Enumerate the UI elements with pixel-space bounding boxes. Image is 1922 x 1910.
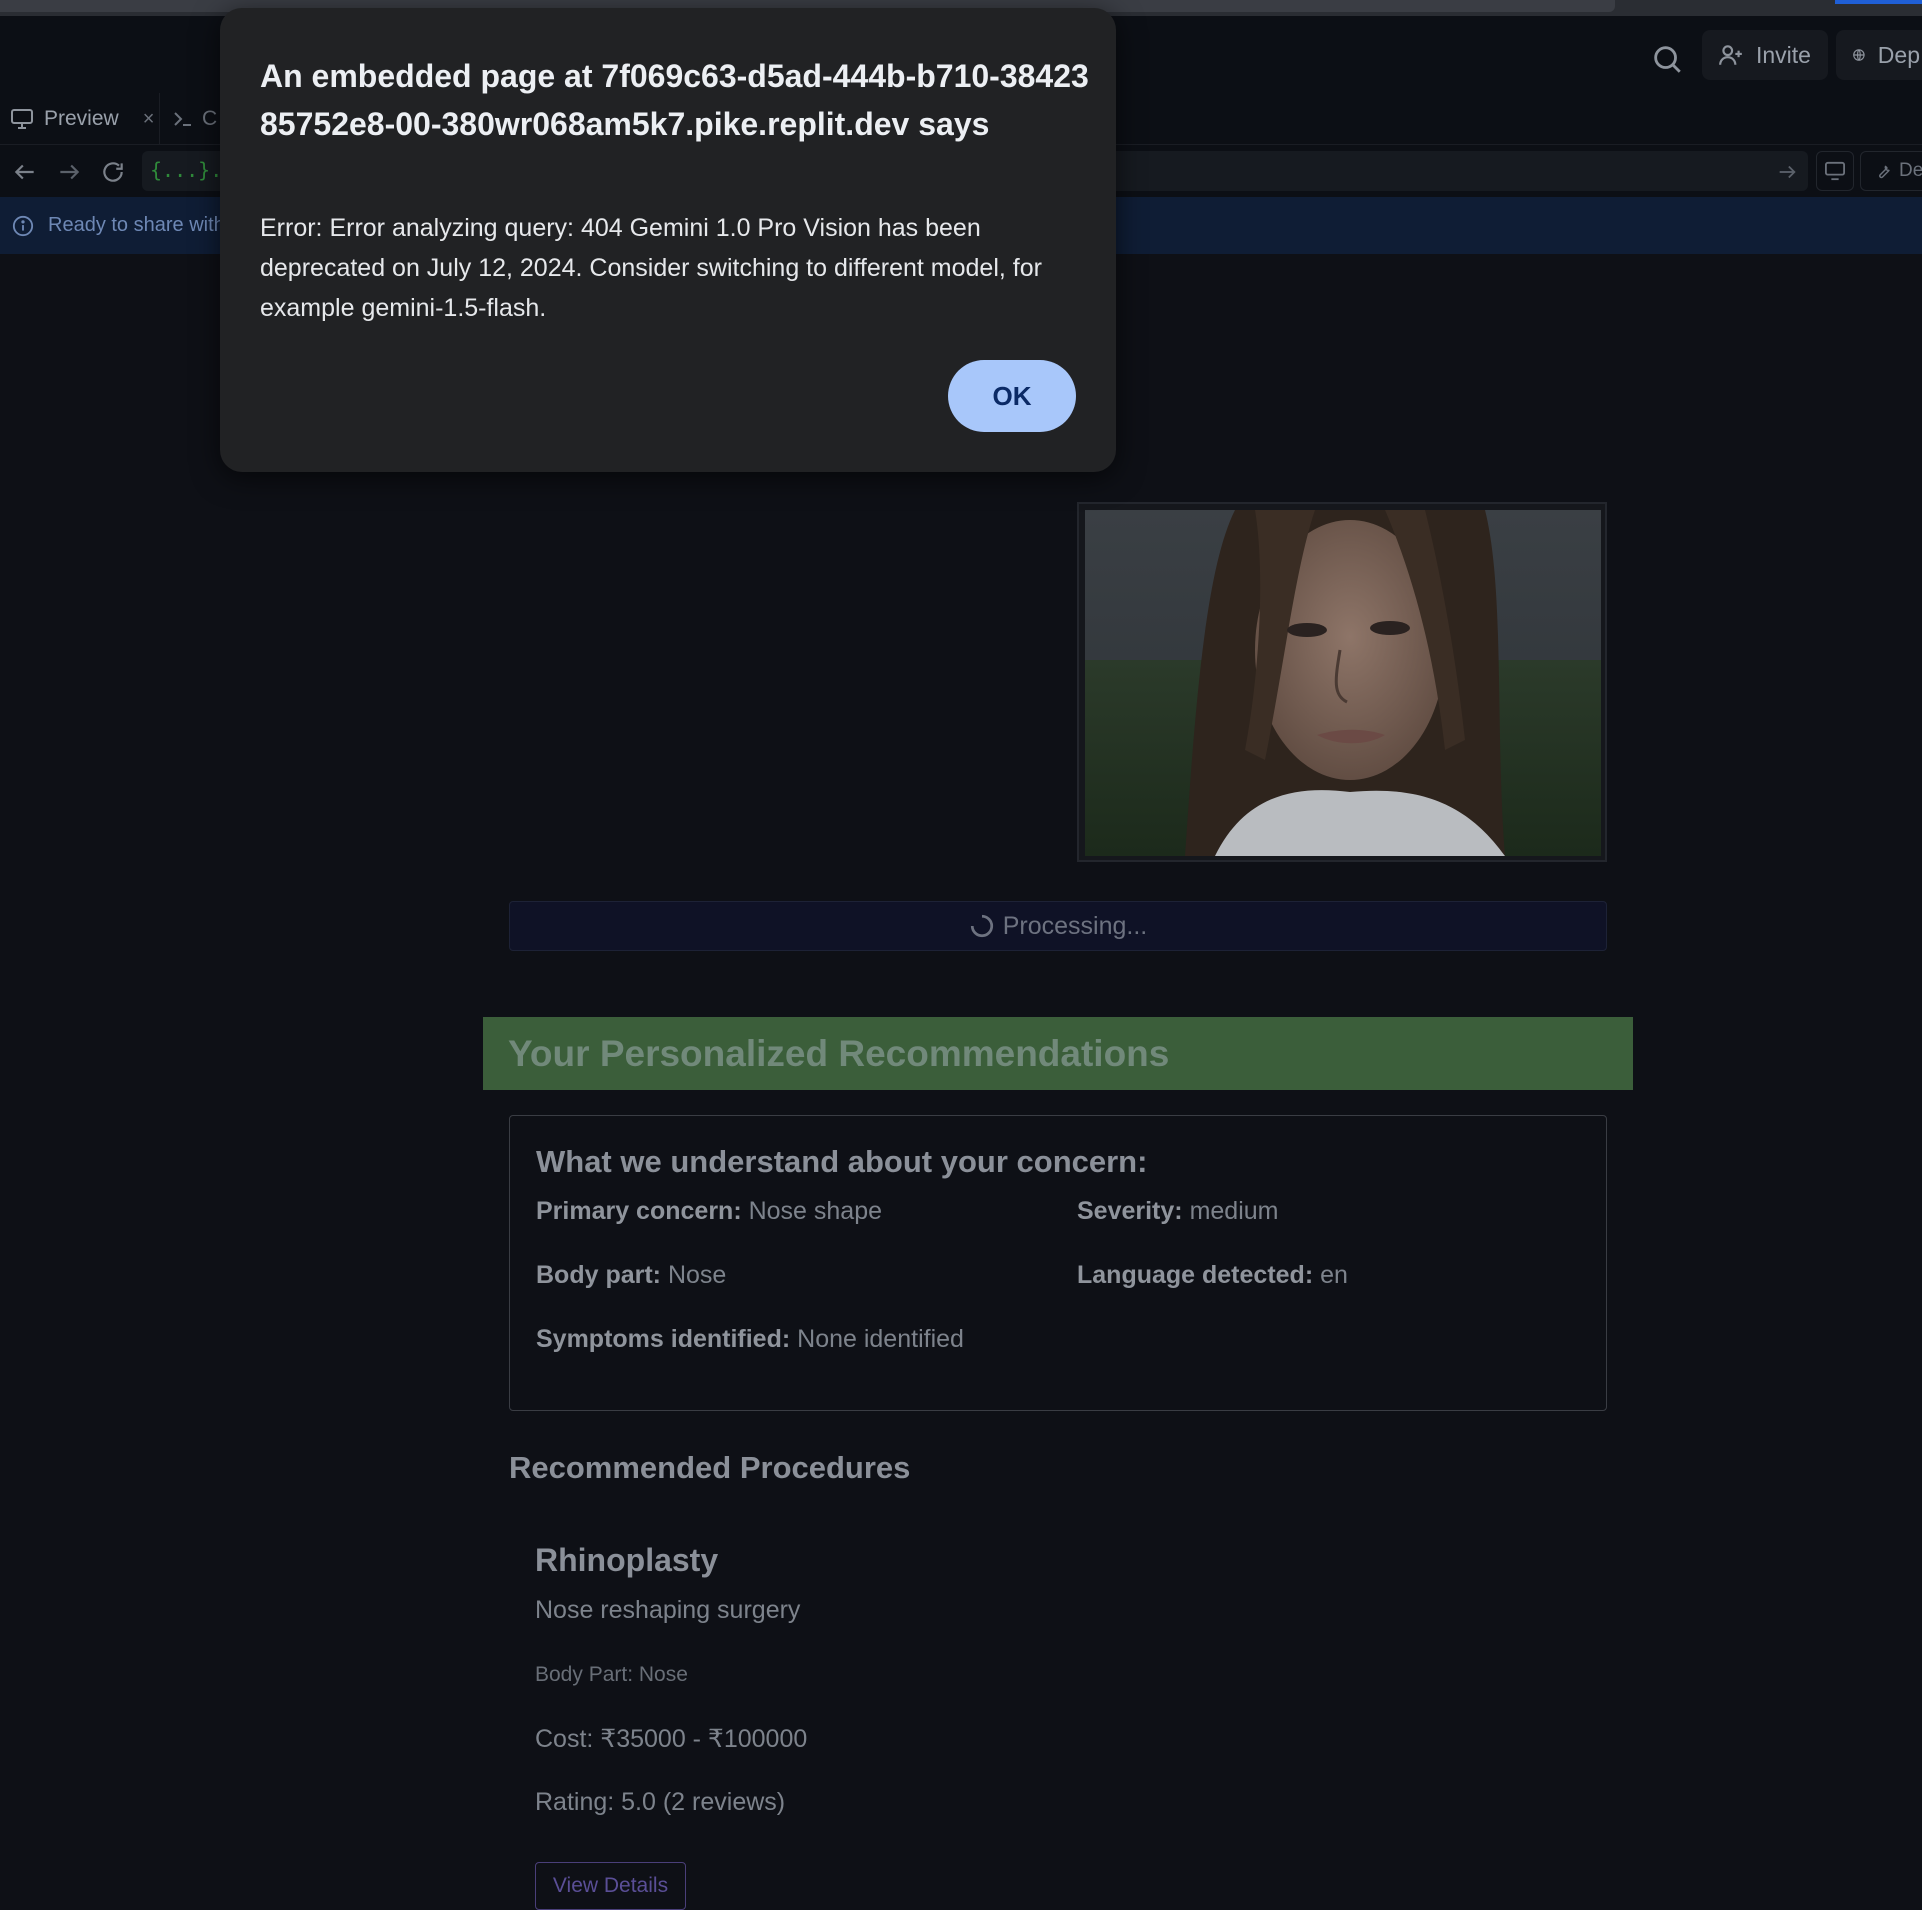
devtools-button[interactable]: De xyxy=(1860,151,1922,191)
symptoms-identified: Symptoms identified: None identified xyxy=(536,1325,964,1354)
terminal-icon xyxy=(174,112,191,126)
recommendations-title: Your Personalized Recommendations xyxy=(508,1032,1170,1074)
severity-label: Severity: xyxy=(1077,1197,1183,1225)
invite-label: Invite xyxy=(1756,41,1811,68)
uploaded-photo-frame xyxy=(1077,502,1607,862)
primary-concern-label: Primary concern: xyxy=(536,1197,742,1225)
spinner-icon xyxy=(970,914,993,938)
invite-button[interactable]: Invite xyxy=(1702,30,1828,80)
language-value: en xyxy=(1320,1261,1348,1289)
processing-label: Processing... xyxy=(1002,911,1148,940)
language-detected: Language detected: en xyxy=(1077,1261,1348,1290)
procedure-description: Nose reshaping surgery xyxy=(535,1596,801,1624)
monitor-icon xyxy=(1825,161,1845,181)
concern-summary-card: What we understand about your concern: P… xyxy=(509,1115,1607,1411)
body-part-value: Nose xyxy=(667,1261,727,1289)
primary-concern: Primary concern: Nose shape xyxy=(536,1197,882,1226)
share-banner-text: Ready to share with xyxy=(48,214,225,236)
procedures-title: Recommended Procedures xyxy=(509,1450,911,1485)
monitor-icon xyxy=(11,109,33,129)
devices-button[interactable] xyxy=(1816,151,1854,191)
ok-button[interactable]: OK xyxy=(948,360,1076,432)
top-strip-accent xyxy=(1835,0,1922,4)
uploaded-face-photo xyxy=(1085,510,1601,856)
concern-title: What we understand about your concern: xyxy=(536,1144,1148,1179)
alert-dialog: An embedded page at 7f069c63-d5ad-444b-b… xyxy=(220,8,1116,472)
tab-console[interactable]: C xyxy=(172,93,217,145)
procedure-rating: Rating: 5.0 (2 reviews) xyxy=(535,1788,786,1816)
wrench-icon xyxy=(1879,165,1890,179)
primary-concern-value: Nose shape xyxy=(748,1197,883,1225)
search-icon[interactable] xyxy=(1650,42,1684,76)
alert-message: Error: Error analyzing query: 404 Gemini… xyxy=(260,214,1042,322)
recommendations-header: Your Personalized Recommendations xyxy=(483,1017,1633,1090)
severity: Severity: medium xyxy=(1077,1197,1279,1226)
procedure-body-part: Body Part: Nose xyxy=(535,1663,688,1686)
info-icon xyxy=(12,215,34,236)
reload-icon[interactable] xyxy=(100,159,126,185)
tab-console-label: C xyxy=(202,107,218,130)
close-icon[interactable]: × xyxy=(143,108,155,131)
view-details-button[interactable]: View Details xyxy=(535,1862,686,1910)
deploy-button[interactable]: Dep xyxy=(1836,30,1922,80)
procedure-cost: Cost: ₹35000 - ₹100000 xyxy=(535,1725,808,1753)
alert-title: An embedded page at 7f069c63-d5ad-444b-b… xyxy=(260,58,1089,142)
devtools-label: De xyxy=(1899,160,1922,181)
deploy-label: Dep xyxy=(1877,41,1920,68)
tab-preview[interactable]: Preview × xyxy=(0,93,160,145)
language-label: Language detected: xyxy=(1077,1261,1314,1289)
body-part-label: Body part: xyxy=(536,1261,661,1289)
body-part: Body part: Nose xyxy=(536,1261,726,1290)
symptoms-value: None identified xyxy=(797,1325,964,1353)
add-user-icon xyxy=(1719,45,1742,65)
globe-icon xyxy=(1853,49,1865,61)
open-external-icon[interactable] xyxy=(1776,161,1798,183)
procedure-name: Rhinoplasty xyxy=(535,1542,719,1578)
forward-arrow-icon[interactable] xyxy=(56,159,82,185)
processing-button[interactable]: Processing... xyxy=(509,901,1607,951)
severity-value: medium xyxy=(1189,1197,1279,1225)
tab-preview-label: Preview xyxy=(44,107,119,130)
back-arrow-icon[interactable] xyxy=(12,159,38,185)
symptoms-label: Symptoms identified: xyxy=(536,1325,791,1353)
